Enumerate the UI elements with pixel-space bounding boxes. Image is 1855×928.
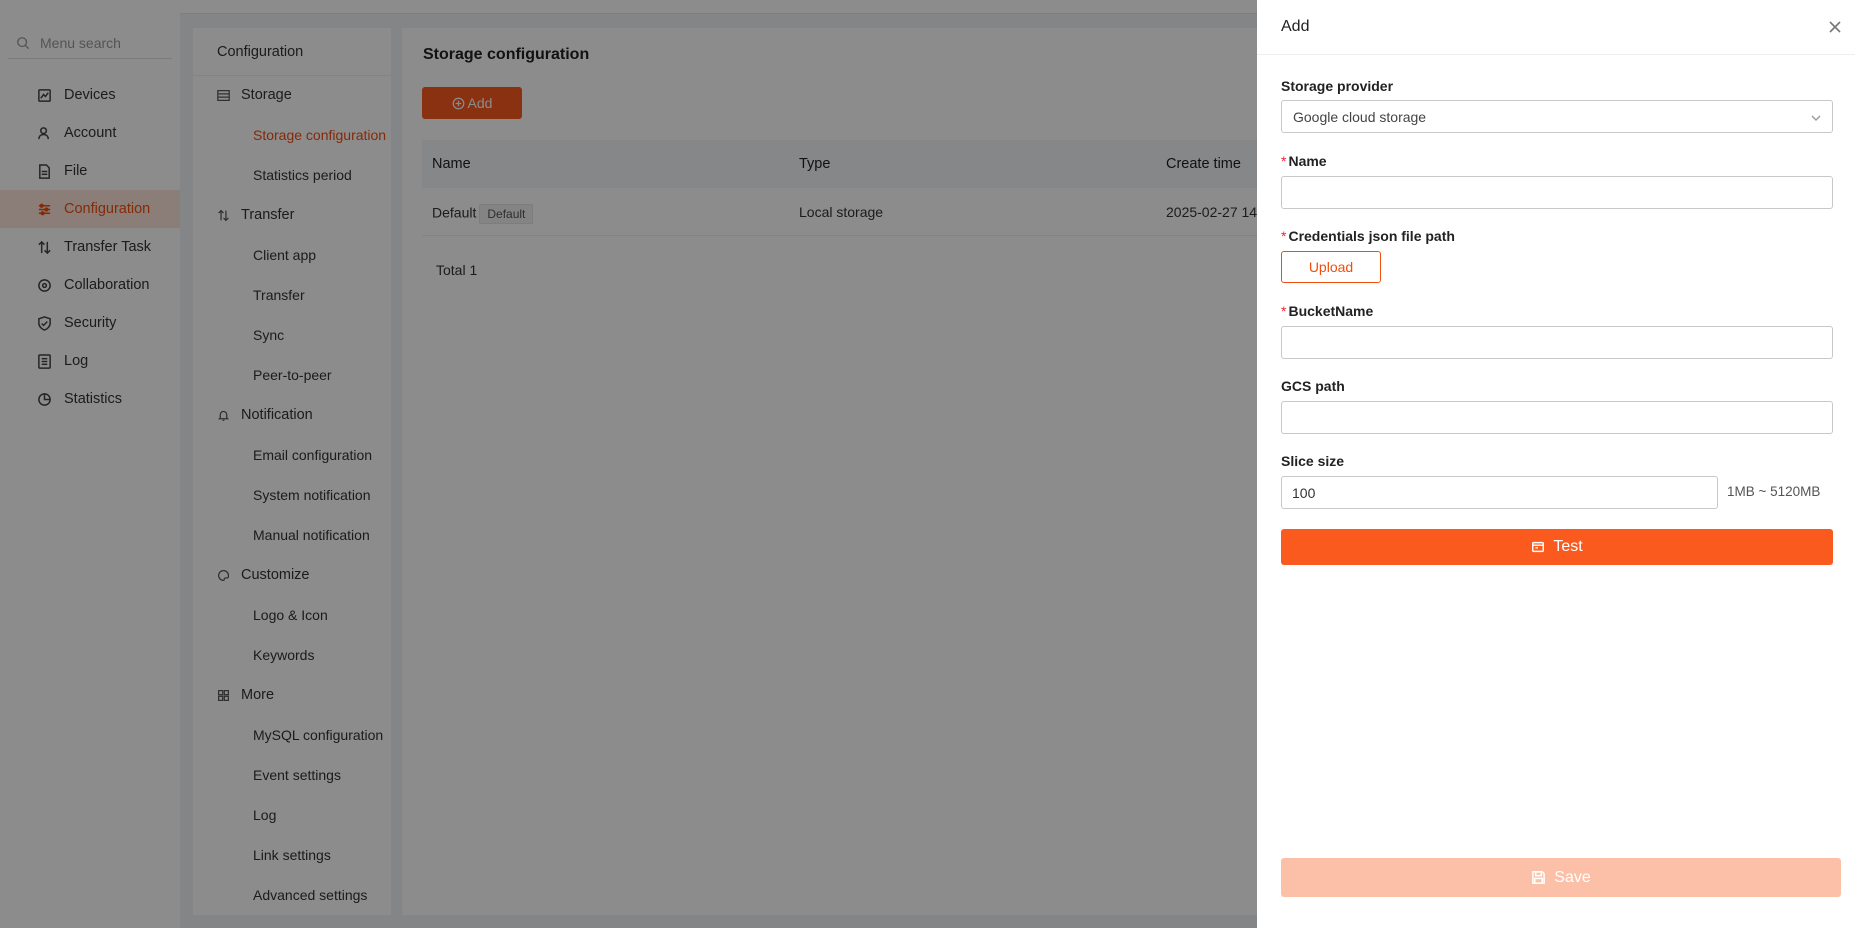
- drawer-header: Add: [1257, 0, 1855, 55]
- close-button[interactable]: [1827, 19, 1843, 35]
- save-button-label: Save: [1554, 868, 1591, 886]
- bucket-name-label: * BucketName: [1281, 303, 1373, 319]
- slice-size-input[interactable]: [1281, 476, 1718, 509]
- bucket-name-input[interactable]: [1281, 326, 1833, 359]
- drawer-title: Add: [1281, 18, 1310, 35]
- gcs-path-input[interactable]: [1281, 401, 1833, 434]
- name-label-text: Name: [1288, 153, 1327, 169]
- credentials-label-text: Credentials json file path: [1288, 228, 1455, 244]
- test-button[interactable]: Test: [1281, 529, 1833, 565]
- save-button[interactable]: Save: [1281, 858, 1841, 897]
- gcs-path-label: GCS path: [1281, 378, 1345, 394]
- add-storage-drawer: Add Storage provider Google cloud storag…: [1257, 0, 1855, 928]
- credentials-label: * Credentials json file path: [1281, 228, 1455, 244]
- slice-size-label: Slice size: [1281, 453, 1345, 469]
- chevron-down-icon: [1810, 111, 1822, 123]
- bucket-label-text: BucketName: [1288, 303, 1374, 319]
- storage-provider-value: Google cloud storage: [1293, 108, 1427, 125]
- storage-provider-label: Storage provider: [1281, 78, 1394, 94]
- required-mark: *: [1281, 153, 1287, 169]
- name-label: * Name: [1281, 153, 1327, 169]
- required-mark: *: [1281, 228, 1287, 244]
- test-icon: [1532, 541, 1545, 553]
- required-mark: *: [1281, 303, 1287, 319]
- name-input[interactable]: [1281, 176, 1833, 209]
- slice-size-hint: 1MB ~ 5120MB: [1727, 484, 1821, 499]
- test-button-label: Test: [1553, 538, 1583, 555]
- close-icon: [1829, 21, 1841, 33]
- save-icon: [1532, 871, 1546, 884]
- storage-provider-select[interactable]: Google cloud storage: [1281, 100, 1833, 133]
- upload-button[interactable]: Upload: [1281, 251, 1381, 283]
